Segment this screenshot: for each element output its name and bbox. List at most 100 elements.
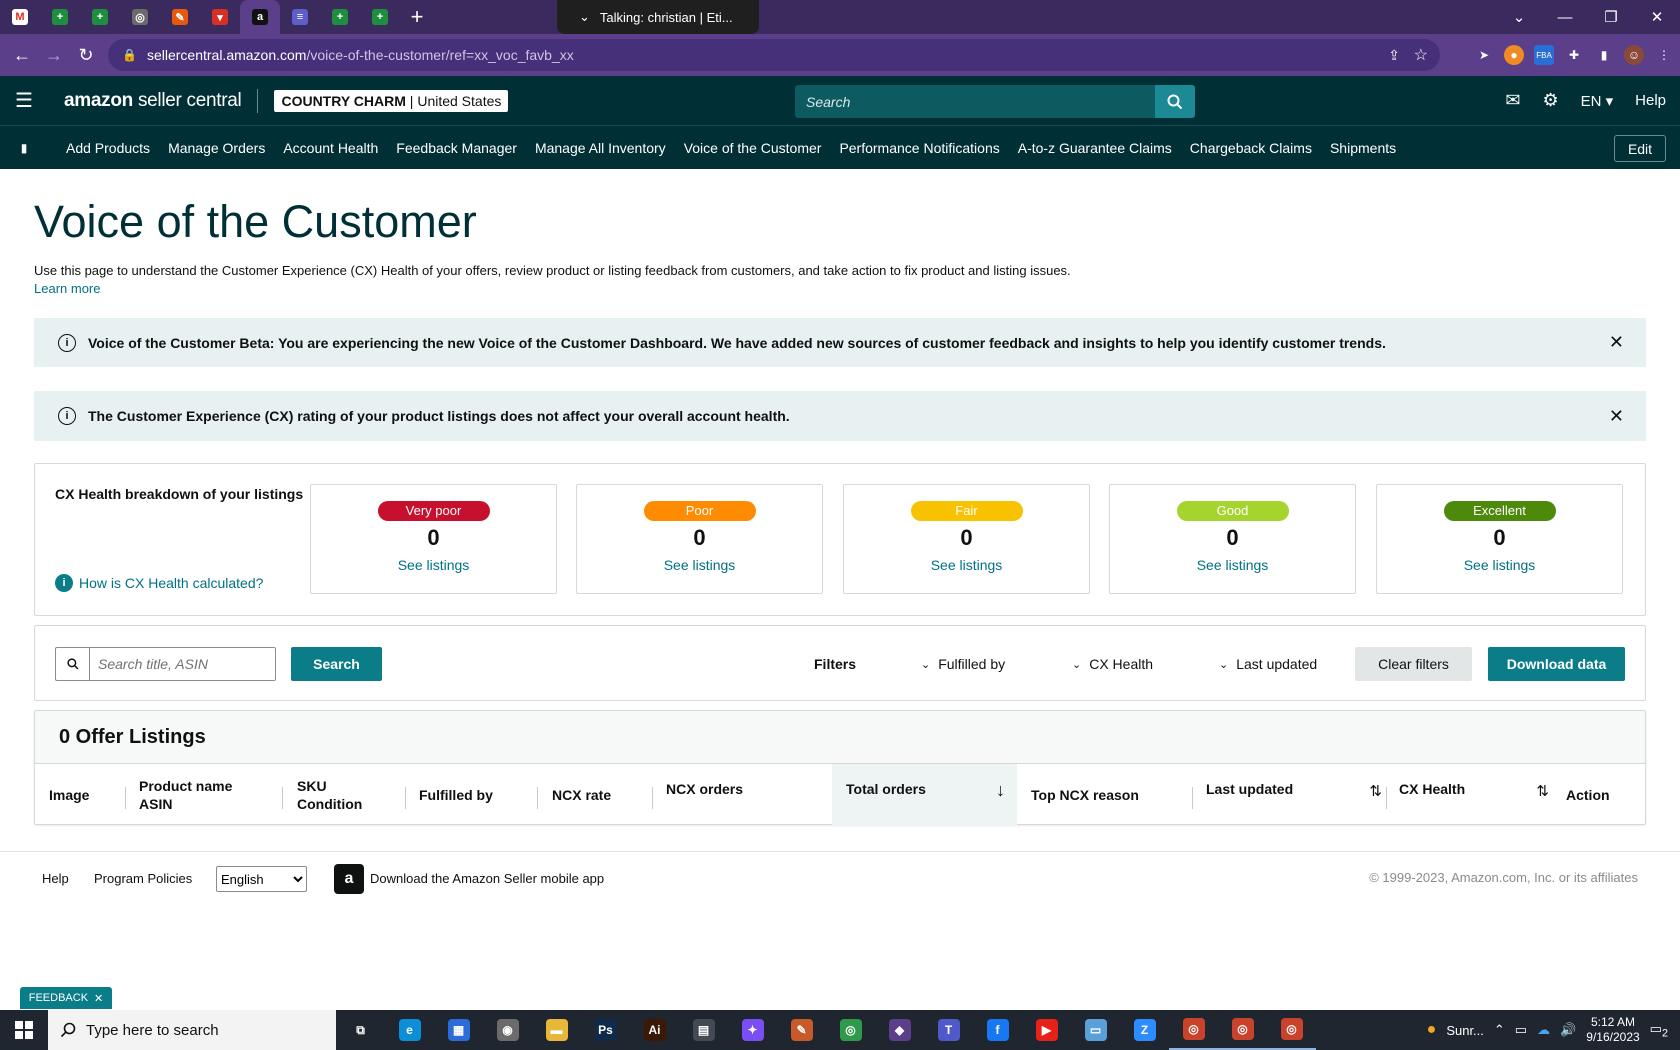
onedrive-icon[interactable]: ☁ [1537,1022,1550,1038]
taskbar-app[interactable]: ✎ [777,1010,826,1050]
listing-search[interactable]: Search title, ASIN [55,647,276,681]
column-cx-health[interactable]: CX Health ⇅ [1399,764,1561,825]
footer-language-select[interactable]: English [216,866,307,892]
bookmark-icon[interactable]: ▮ [0,141,48,155]
start-button[interactable] [0,1010,48,1050]
weather-icon[interactable]: ● [1427,1021,1437,1039]
taskbar-app[interactable]: ▭ [1071,1010,1120,1050]
bookmark-manage-orders[interactable]: Manage Orders [168,140,265,156]
search-button[interactable]: Search [291,647,382,681]
arrow-down-icon[interactable]: ↓ [996,781,1005,799]
forward-button[interactable]: → [38,39,70,71]
close-window-button[interactable]: ✕ [1634,0,1680,34]
see-listings-link[interactable]: See listings [844,557,1089,573]
cx-health-dropdown[interactable]: ⌄ CX Health [1072,656,1153,672]
bookmark-performance-notifications[interactable]: Performance Notifications [839,140,999,156]
close-icon[interactable]: ✕ [94,992,103,1005]
bookmark-feedback-manager[interactable]: Feedback Manager [396,140,517,156]
column-total-orders[interactable]: Total orders ↓ [832,764,1017,825]
bookmark-shipments[interactable]: Shipments [1330,140,1396,156]
download-app-link[interactable]: Download the Amazon Seller mobile app [370,871,604,886]
taskbar-search-input[interactable]: Type here to search [86,1022,219,1039]
close-icon[interactable]: ✕ [1609,406,1624,427]
tab-search-icon[interactable]: ⌄ [1496,0,1542,34]
chevron-up-icon[interactable]: ⌃ [1494,1022,1505,1038]
taskbar-app[interactable]: ◎ [826,1010,875,1050]
taskbar-app[interactable]: Z [1120,1010,1169,1050]
taskbar-app[interactable]: Ai [630,1010,679,1050]
browser-tab[interactable]: ≡ [280,0,320,34]
footer-help-link[interactable]: Help [42,871,69,886]
extension-arrow-icon[interactable]: ➤ [1474,45,1494,65]
how-cx-health-link[interactable]: i How is CX Health calculated? [55,574,263,592]
edit-bookmarks-button[interactable]: Edit [1614,135,1666,162]
sort-icon[interactable]: ⇅ [1369,783,1382,801]
close-icon[interactable]: ✕ [1609,332,1624,353]
star-icon[interactable]: ☆ [1414,45,1428,65]
taskbar-app[interactable]: ▬ [532,1010,581,1050]
weather-label[interactable]: Sunr... [1446,1023,1484,1038]
program-policies-link[interactable]: Program Policies [94,871,192,886]
bookmark-add-products[interactable]: Add Products [66,140,150,156]
hamburger-menu-icon[interactable]: ☰ [0,76,48,125]
browser-tab[interactable]: ▾ [200,0,240,34]
seller-central-logo[interactable]: amazon seller central [64,90,242,112]
clear-filters-button[interactable]: Clear filters [1355,647,1472,681]
address-bar[interactable]: 🔒 sellercentral.amazon.com/voice-of-the-… [108,39,1440,71]
taskbar-app[interactable]: ◉ [483,1010,532,1050]
help-link[interactable]: Help [1635,92,1666,109]
see-listings-link[interactable]: See listings [1110,557,1355,573]
fulfilled-by-dropdown[interactable]: ⌄ Fulfilled by [921,656,1005,672]
browser-tab[interactable]: + [360,0,400,34]
taskbar-app[interactable]: T [924,1010,973,1050]
bookmark-voice-of-the-customer[interactable]: Voice of the Customer [684,140,822,156]
sort-icon[interactable]: ⇅ [1536,783,1549,801]
browser-tab[interactable]: a [240,0,280,34]
taskbar-search[interactable]: Type here to search [48,1010,336,1050]
extension-orange-icon[interactable]: ● [1504,45,1524,65]
header-search[interactable]: Search [795,85,1195,118]
header-search-button[interactable] [1155,85,1195,118]
network-icon[interactable]: ▭ [1515,1022,1527,1038]
browser-tab[interactable]: + [40,0,80,34]
taskbar-app[interactable]: ◆ [875,1010,924,1050]
store-selector[interactable]: COUNTRY CHARM | United States [274,89,509,112]
learn-more-link[interactable]: Learn more [34,281,100,296]
feedback-tab[interactable]: FEEDBACK ✕ [20,987,112,1009]
taskbar-app[interactable]: f [973,1010,1022,1050]
language-selector[interactable]: EN ▾ [1581,92,1614,110]
bookmark-account-health[interactable]: Account Health [283,140,378,156]
share-icon[interactable]: ⇪ [1388,47,1400,64]
extensions-puzzle-icon[interactable]: ✚ [1564,45,1584,65]
browser-tab[interactable]: M [0,0,40,34]
new-tab-button[interactable]: + [400,0,434,34]
minimize-button[interactable]: — [1542,0,1588,34]
taskbar-app[interactable]: ◎ [1169,1010,1218,1050]
extension-fba-icon[interactable]: FBA [1534,45,1554,65]
column-last-updated[interactable]: Last updated ⇅ [1206,764,1394,825]
taskbar-app[interactable]: ▦ [434,1010,483,1050]
back-button[interactable]: ← [6,39,38,71]
see-listings-link[interactable]: See listings [1377,557,1622,573]
browser-tab[interactable]: + [320,0,360,34]
bookmark-chargeback-claims[interactable]: Chargeback Claims [1190,140,1312,156]
volume-icon[interactable]: 🔊 [1560,1022,1576,1038]
mail-icon[interactable]: ✉ [1505,90,1520,111]
taskbar-app[interactable]: e [385,1010,434,1050]
download-data-button[interactable]: Download data [1488,647,1625,681]
taskbar-app[interactable]: ▶ [1022,1010,1071,1050]
taskbar-app[interactable]: ⧉ [336,1010,385,1050]
listing-search-input[interactable]: Search title, ASIN [90,656,208,672]
notifications-icon[interactable]: ▭2 [1650,1021,1668,1040]
meeting-indicator[interactable]: ⌄ Talking: christian | Eti... [557,0,759,34]
see-listings-link[interactable]: See listings [311,557,556,573]
bookmark-manage-all-inventory[interactable]: Manage All Inventory [535,140,666,156]
reload-button[interactable]: ↻ [70,39,102,71]
side-panel-icon[interactable]: ▮ [1594,45,1614,65]
taskbar-app[interactable]: ◎ [1218,1010,1267,1050]
see-listings-link[interactable]: See listings [577,557,822,573]
taskbar-app[interactable]: ✦ [728,1010,777,1050]
taskbar-app[interactable]: Ps [581,1010,630,1050]
maximize-button[interactable]: ❐ [1588,0,1634,34]
profile-avatar[interactable]: ☺ [1624,45,1644,65]
